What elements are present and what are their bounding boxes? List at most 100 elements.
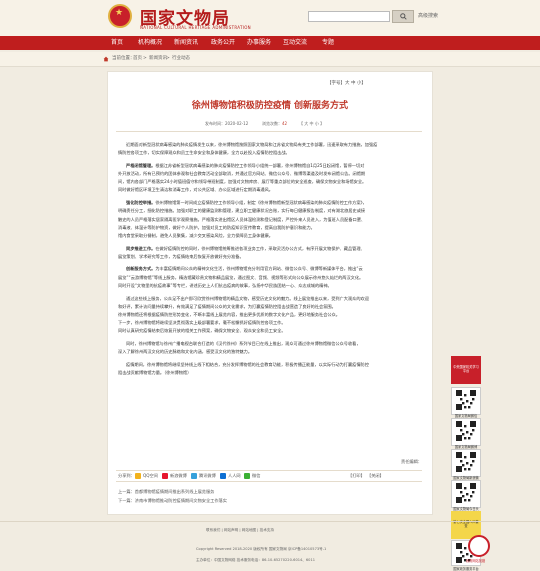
advanced-search-link[interactable]: 高级搜索 <box>418 12 438 19</box>
paragraph-lead: 同步推进工作。 <box>126 245 156 251</box>
paragraph-line: 疫情期间，徐州博物馆将继续坚持线上线下相结合，充分发挥博物馆的社会教育功能，积极… <box>126 361 369 367</box>
title-divider <box>116 131 422 132</box>
article-paragraph: 通过这些线上服务，公众足不出户即可欣赏徐州博物馆的精品文物，感受历史文化的魅力。… <box>118 295 424 336</box>
paragraph-line: 触史的人员严格落实居家隔离医学观察措施。严格落实进出馆区人员体温检测和登记制度，… <box>118 216 366 222</box>
error-report-badge-icon[interactable] <box>468 535 490 557</box>
qr-code-icon <box>456 452 476 472</box>
paragraph-line: 外开放活动，所有已预约的团体参观和社会教育活动全部取消，并通过官方网站、微信公众… <box>118 171 366 177</box>
article-paragraph: 创新服务方式。为丰富疫情期间公众的精神文化生活，徐州博物馆充分利用官方网站、微信… <box>118 265 424 290</box>
breadcrumb-news[interactable]: 新闻资讯 <box>149 55 167 63</box>
footer-divider <box>0 521 540 522</box>
article-paragraph: 同步推进工作。在做好疫情防控的同时，徐州博物馆统筹推进各项业务工作，采取灵活办公… <box>118 245 424 261</box>
article-paragraph: 近期面对新型冠状病毒感染的肺炎疫情发生以来，徐州博物馆按照国家文物局和江苏省文物… <box>118 141 424 157</box>
sidebar-ad-4[interactable]: 国家文物局今日头条 <box>451 480 481 515</box>
paragraph-line: 明确责任分工，细化防控措施。加强对职工的健康监测和管理，建立职工健康状况台账，实… <box>118 208 366 214</box>
share-renren[interactable]: 人人网 <box>228 473 241 479</box>
qr-code-icon <box>456 483 476 503</box>
font-size-control: 【字号】大 中 小】 <box>327 81 366 86</box>
paragraph-line: 间，馆内各部门严格落实24小时值班值守和领导带班制度，加强对文物库房、展厅等重点… <box>118 179 367 185</box>
renren-icon[interactable] <box>220 472 226 479</box>
site-name-en: NATIONAL CULTURAL HERITAGE ADMINISTRATIO… <box>140 25 251 30</box>
paragraph-line: 阻击战贡献博物馆力量。（徐州博物馆） <box>118 370 192 375</box>
close-button[interactable]: 【关闭】 <box>367 473 384 479</box>
emblem-star-icon: ★ <box>115 8 124 18</box>
footer-links[interactable]: 联系我们 | 网站声明 | 网站地图 | 技术支持 <box>206 528 274 533</box>
footer-copyright: Copyright Reserved 2018-2020 版权所有 国家文物局 … <box>196 547 327 551</box>
site-header <box>0 0 540 36</box>
error-report-badge-label[interactable]: 政府网站找错 <box>466 558 485 563</box>
paragraph-line: 消毒液、体温计等防护物资，做好个人防护。加强对员工的防疫知识宣传教育，提高自我防… <box>118 224 315 230</box>
sidebar-ad-1[interactable]: 国家文物局微信 <box>451 387 481 418</box>
share-sina-weibo[interactable]: 新浪微博 <box>170 473 187 479</box>
wechat-icon[interactable] <box>244 472 250 479</box>
paragraph-line: 通过这些线上服务，公众足不出户即可欣赏徐州博物馆的精品文物，感受历史文化的魅力。… <box>126 295 369 301</box>
breadcrumb <box>0 52 540 67</box>
home-icon <box>103 56 109 62</box>
article-body: 近期面对新型冠状病毒感染的肺炎疫情发生以来，徐州博物馆按照国家文物局和江苏省文物… <box>118 141 424 382</box>
share-tencent-weibo[interactable]: 腾讯微博 <box>199 473 216 479</box>
paragraph-line: 同时做好馆区环境卫生清洁和消毒工作，对公共区域、办公区域进行定期消毒通风。 <box>118 187 273 193</box>
paragraph-line: 严格闭馆管理。根据江苏省新型冠状病毒感染的肺炎疫情防控工作领导小组统一部署，徐州… <box>126 162 365 168</box>
paragraph-line: 近期面对新型冠状病毒感染的肺炎疫情发生以来，徐州博物馆按照国家文物局和江苏省文物… <box>126 142 378 147</box>
paragraph-line: 同时认真研究疫情结束后恢复开放的相关工作预案，确保文物安全、观众安全和员工安全。 <box>118 328 286 334</box>
search-input[interactable] <box>308 11 390 22</box>
view-count: 浏览次数：42 <box>262 121 288 126</box>
nav-home[interactable]: 首页 <box>111 36 123 50</box>
article-title: 徐州博物馆积极防控疫情 创新服务方式 <box>191 101 349 111</box>
paragraph-line: 深入了解徐州两汉文化的历史脉络和文化内涵，感受汉文化的独特魅力。 <box>118 349 253 355</box>
nav-services[interactable]: 办事服务 <box>247 36 271 50</box>
share-wechat[interactable]: 微信 <box>252 473 260 479</box>
search-button[interactable] <box>392 10 414 23</box>
paragraph-lead: 强化防控举措。 <box>126 200 156 206</box>
paragraph-line: 创新服务方式。为丰富疫情期间公众的精神文化生活，徐州博物馆充分利用官方网站、微信… <box>126 266 363 272</box>
share-qzone[interactable]: QQ空间 <box>143 473 158 479</box>
responsible-editor: 责任编辑： <box>401 459 422 464</box>
font-size-big[interactable]: 大 <box>345 81 350 86</box>
paragraph-line: 馆内食堂采取分餐制，避免人员聚集，减少交叉感染风险，全力保障员工身体健康。 <box>118 232 273 238</box>
nav-gov-open[interactable]: 政务公开 <box>211 36 235 50</box>
next-article-link[interactable]: 下一篇：济南市博物馆推动防控疫情期间文物安全工作落实 <box>118 498 227 504</box>
weibo-icon[interactable] <box>162 472 168 479</box>
footer-sponsor: 主办单位：中国文物网络 技术服务电话：86-10-65270220-6014、6… <box>196 558 316 562</box>
paragraph-line: 同时开设“文物里的抗疫故事”等专栏，讲述历史上人们抗击疫病的故事，弘扬中华民族团… <box>118 282 332 288</box>
sidebar-ad-label: 中央国家机关学习平台 <box>453 365 479 373</box>
sidebar-ad-0[interactable]: 中央国家机关学习平台 <box>451 356 481 384</box>
paragraph-line: 下一步，徐州博物馆将继续坚决贯彻落实上级部署要求，毫不松懈抓好疫情防控各项工作。 <box>118 320 286 326</box>
article-paragraph: 严格闭馆管理。根据江苏省新型冠状病毒感染的肺炎疫情防控工作领导小组统一部署，徐州… <box>118 162 424 195</box>
nav-news[interactable]: 新闻资讯 <box>174 36 198 50</box>
breadcrumb-label: 当前位置： <box>112 56 135 61</box>
breadcrumb-home[interactable]: 首页 <box>133 55 142 63</box>
sidebar-ad-label: 第七次全国人口普查 <box>453 520 479 528</box>
publish-date: 发布时间：2020-02-12 <box>205 121 249 126</box>
paragraph-line: 同时，徐州博物馆与徐州广播电视台联合打造的《汉代徐州》系列节目已在线上推出，观众… <box>126 340 361 346</box>
print-button[interactable]: 【打印】 <box>348 473 365 479</box>
qr-code-icon <box>456 421 476 441</box>
paragraph-line: 展览”“云游博物馆”等线上服务，精选馆藏珍贵文物和精品展览，通过图文、音频、视频… <box>118 274 364 280</box>
paragraph-lead: 创新服务方式。 <box>126 266 156 272</box>
paragraph-line: 情防控各项工作，切实保障观众和员工生命安全和身体健康，全力以赴投入疫情防控阻击战… <box>118 150 290 156</box>
paragraph-line: 展览策划、学术研究等工作，为疫情结束后恢复开放做好充分准备。 <box>118 253 244 259</box>
sidebar-ad-label: 国家政务服务平台 <box>453 567 479 571</box>
paragraph-lead: 严格闭馆管理。 <box>126 162 156 168</box>
font-size-medium[interactable]: 中 <box>351 81 356 86</box>
paragraph-line: 同步推进工作。在做好疫情防控的同时，徐州博物馆统筹推进各项业务工作，采取灵活办公… <box>126 245 365 251</box>
sidebar-ad-2[interactable]: 国家文物局微博 <box>451 418 481 449</box>
nav-about[interactable]: 机构概况 <box>138 36 162 50</box>
search-icon <box>399 13 407 20</box>
article-paragraph: 同时，徐州博物馆与徐州广播电视台联合打造的《汉代徐州》系列节目已在线上推出，观众… <box>118 340 424 356</box>
article-paragraph: 强化防控举措。徐州博物馆第一时间成立疫情防控工作领导小组，制定《徐州博物馆新型冠… <box>118 199 424 240</box>
paragraph-line: 强化防控举措。徐州博物馆第一时间成立疫情防控工作领导小组，制定《徐州博物馆新型冠… <box>126 200 367 206</box>
paragraph-line: 徐州博物馆还将根据疫情防控形势变化，不断丰富线上展览内容，推出更多优质的数字文化… <box>118 311 340 317</box>
article-paragraph: 疫情期间，徐州博物馆将继续坚持线上线下相结合，充分发挥博物馆的社会教育功能，积极… <box>118 361 424 377</box>
qr-code-icon <box>456 390 476 410</box>
breadcrumb-industry[interactable]: 行业动态 <box>172 55 190 63</box>
tencent-weibo-icon[interactable] <box>191 472 197 479</box>
paragraph-line: 和好评，累计访问量持续攀升，有效满足了疫情期间公众的文化需求，为打赢疫情防控阻击… <box>118 303 336 309</box>
prev-article-link[interactable]: 上一篇：首都博物馆疫情期间推出系列线上展览服务 <box>118 489 214 495</box>
text-size-toggle[interactable]: 【 大 中 小 】 <box>299 121 324 127</box>
nav-topics[interactable]: 专题 <box>322 36 334 50</box>
nav-interaction[interactable]: 互动交流 <box>283 36 307 50</box>
share-label: 分享到： <box>118 473 135 478</box>
qzone-icon[interactable] <box>135 472 141 479</box>
sidebar-ad-3[interactable]: 国家文物局新浪微博 <box>451 449 481 484</box>
